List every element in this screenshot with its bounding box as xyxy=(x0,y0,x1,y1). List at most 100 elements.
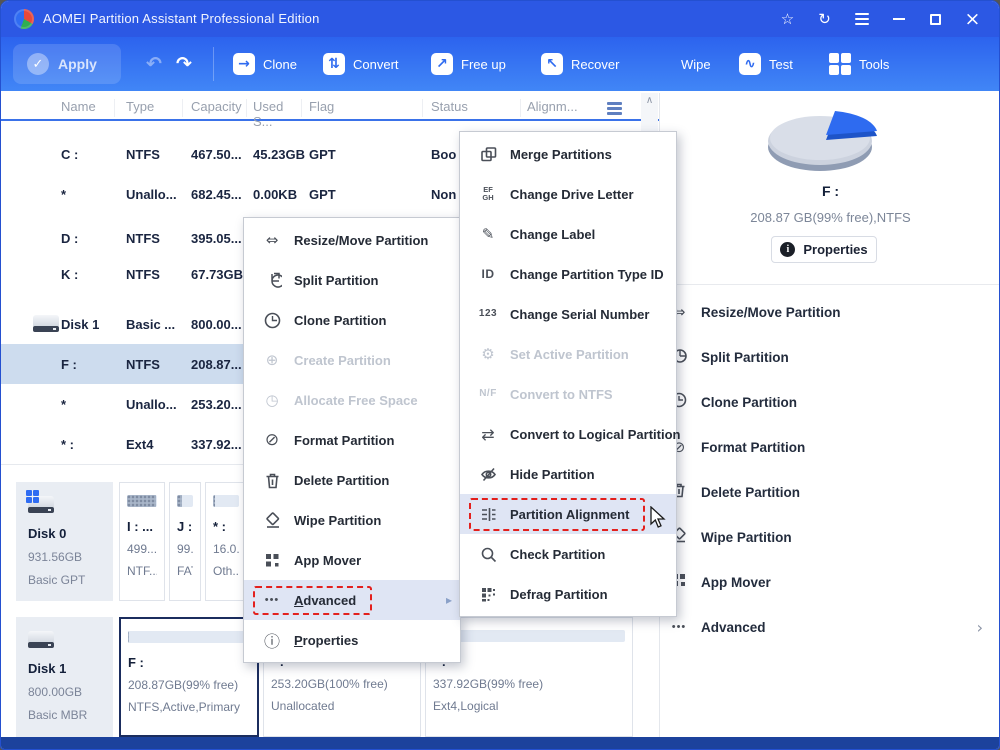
advanced-red-highlight-box: ••• Advanced xyxy=(253,586,372,615)
titlebar-buttons: ☆ ↻ × xyxy=(769,1,991,37)
free-up-button[interactable]: ↗ Free up xyxy=(431,50,506,78)
submenu-item-partition-alignment[interactable]: Partition Alignment xyxy=(460,494,676,534)
info-icon: i xyxy=(780,242,795,257)
wipe-button[interactable]: Wipe xyxy=(651,50,711,78)
sync-icon[interactable]: ↻ xyxy=(806,1,843,37)
submenu-item-change-partition-type-id[interactable]: ID Change Partition Type ID xyxy=(460,254,676,294)
menu-item-delete-partition[interactable]: Delete Partition xyxy=(244,460,460,500)
convert-icon: ⇅ xyxy=(323,53,345,75)
hide-partition-eye-icon xyxy=(477,465,499,484)
submenu-item-convert-to-logical[interactable]: ⇄ Convert to Logical Partition xyxy=(460,414,676,454)
clone-button[interactable]: → Clone xyxy=(233,50,297,78)
submenu-item-check-partition[interactable]: Check Partition xyxy=(460,534,676,574)
menu-item-app-mover[interactable]: App Mover xyxy=(244,540,460,580)
column-header-capacity[interactable]: Capacity xyxy=(187,99,247,117)
submenu-item-change-serial-number[interactable]: 123 Change Serial Number xyxy=(460,294,676,334)
advanced-dots-icon: ••• xyxy=(669,621,689,633)
drive-letter-icon: EFGH xyxy=(477,186,499,203)
recover-icon: ↖ xyxy=(541,53,563,75)
tools-button[interactable]: Tools xyxy=(829,50,889,78)
menu-hamburger-icon[interactable] xyxy=(843,1,880,37)
minimize-button[interactable] xyxy=(880,1,917,37)
redo-button[interactable]: ↷ xyxy=(171,51,197,77)
menu-item-resize-move[interactable]: ⇔ Resize/Move Partition xyxy=(244,220,460,260)
partition-card[interactable]: I : ... 499... NTF... xyxy=(119,482,165,601)
column-header-name[interactable]: Name xyxy=(41,99,115,117)
tools-grid-icon xyxy=(829,53,851,75)
menu-item-allocate-free-space: ◷ Allocate Free Space xyxy=(244,380,460,420)
split-partition-icon xyxy=(261,271,283,290)
column-header-alignment[interactable]: Alignm... xyxy=(524,99,600,117)
disk0-icon xyxy=(28,496,54,514)
disk-icon xyxy=(33,315,59,333)
menu-item-properties[interactable]: ⓘ Properties xyxy=(244,620,460,660)
properties-button[interactable]: i Properties xyxy=(771,236,877,263)
right-panel: F : 208.87 GB(99% free),NTFS i Propertie… xyxy=(660,93,1000,739)
usage-bar xyxy=(127,495,157,507)
test-button[interactable]: ∿ Test xyxy=(739,50,793,78)
defrag-partition-icon xyxy=(477,585,499,604)
right-menu-delete[interactable]: Delete Partition xyxy=(660,470,1000,514)
column-settings-icon[interactable] xyxy=(607,102,622,115)
undo-button[interactable]: ↶ xyxy=(141,51,167,77)
type-id-icon: ID xyxy=(477,268,499,280)
pie-chart xyxy=(758,105,888,183)
submenu-item-convert-to-ntfs: N/F Convert to NTFS xyxy=(460,374,676,414)
convert-button[interactable]: ⇅ Convert xyxy=(323,50,399,78)
right-menu-resize-move[interactable]: ⇔ Resize/Move Partition xyxy=(660,290,1000,334)
right-menu-clone[interactable]: Clone Partition xyxy=(660,380,1000,424)
test-wave-icon: ∿ xyxy=(739,53,761,75)
maximize-button[interactable] xyxy=(917,1,954,37)
menu-item-split-partition[interactable]: Split Partition xyxy=(244,260,460,300)
set-active-gear-icon: ⚙ xyxy=(477,345,499,363)
submenu-item-defrag-partition[interactable]: Defrag Partition xyxy=(460,574,676,614)
toolbar: ✓ Apply ↶ ↷ → Clone ⇅ Convert ↗ Free up … xyxy=(1,37,999,91)
disk1-icon xyxy=(28,631,54,649)
right-panel-divider xyxy=(660,284,1000,285)
mouse-cursor xyxy=(649,506,671,530)
recover-button[interactable]: ↖ Recover xyxy=(541,50,619,78)
apply-button[interactable]: ✓ Apply xyxy=(13,44,121,84)
right-menu-advanced[interactable]: ••• Advanced › xyxy=(660,605,1000,649)
menu-item-advanced[interactable]: ••• Advanced ▸ xyxy=(244,580,460,620)
status-bar xyxy=(1,737,999,749)
column-header-status[interactable]: Status xyxy=(427,99,521,117)
table-header: Name Type Capacity Used S... Flag Status… xyxy=(1,93,659,121)
clone-icon: → xyxy=(233,53,255,75)
disk1-block[interactable]: Disk 1 800.00GB Basic MBR xyxy=(16,617,113,737)
convert-ntfs-icon: N/F xyxy=(477,389,499,399)
menu-item-format-partition[interactable]: ⊘ Format Partition xyxy=(244,420,460,460)
menu-item-create-partition: ⊕ Create Partition xyxy=(244,340,460,380)
pencil-icon: ✎ xyxy=(477,225,499,243)
favorite-star-icon[interactable]: ☆ xyxy=(769,1,806,37)
properties-info-icon: ⓘ xyxy=(261,628,283,652)
serial-number-icon: 123 xyxy=(477,309,499,319)
partition-card-selected[interactable]: F : 208.87GB(99% free) NTFS,Active,Prima… xyxy=(119,617,259,737)
right-menu-split[interactable]: Split Partition xyxy=(660,335,1000,379)
advanced-dots-icon: ••• xyxy=(261,594,283,606)
usage-bar xyxy=(213,495,239,507)
submenu-item-change-drive-letter[interactable]: EFGH Change Drive Letter xyxy=(460,174,676,214)
toolbar-separator xyxy=(213,47,214,81)
column-header-type[interactable]: Type xyxy=(119,99,183,117)
usage-bar xyxy=(177,495,193,507)
wipe-partition-icon xyxy=(261,511,283,530)
menu-item-wipe-partition[interactable]: Wipe Partition xyxy=(244,500,460,540)
submenu-item-hide-partition[interactable]: Hide Partition xyxy=(460,454,676,494)
submenu-item-merge-partitions[interactable]: Merge Partitions xyxy=(460,134,676,174)
column-header-flag[interactable]: Flag xyxy=(305,99,423,117)
partition-card[interactable]: * : 16.0.. Oth... xyxy=(205,482,247,601)
disk0-block[interactable]: Disk 0 931.56GB Basic GPT xyxy=(16,482,113,601)
allocate-free-space-icon: ◷ xyxy=(261,391,283,409)
scroll-up-arrow[interactable]: ∧ xyxy=(642,95,657,111)
right-menu-app-mover[interactable]: App Mover xyxy=(660,560,1000,604)
partition-alignment-red-highlight-box: Partition Alignment xyxy=(469,498,645,531)
right-menu-format[interactable]: ⊘ Format Partition xyxy=(660,425,1000,469)
right-menu-wipe[interactable]: Wipe Partition xyxy=(660,515,1000,559)
submenu-item-change-label[interactable]: ✎ Change Label xyxy=(460,214,676,254)
column-header-used[interactable]: Used S... xyxy=(250,99,302,117)
menu-item-clone-partition[interactable]: Clone Partition xyxy=(244,300,460,340)
merge-partitions-icon xyxy=(477,145,499,164)
close-button[interactable]: × xyxy=(954,1,991,37)
partition-card[interactable]: J : 99.... FAT... xyxy=(169,482,201,601)
